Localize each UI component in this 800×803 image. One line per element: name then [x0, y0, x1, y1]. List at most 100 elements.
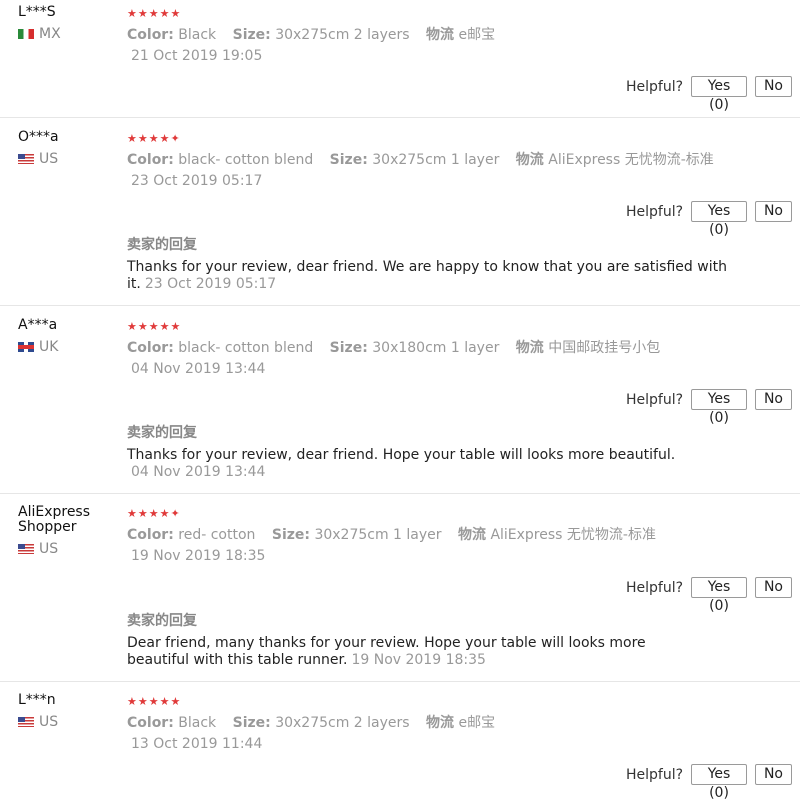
review-date: 21 Oct 2019 19:05: [131, 48, 263, 64]
review-attributes: Color: red- cotton Size: 30x275cm 1 laye…: [127, 527, 777, 544]
review-divider: [0, 305, 800, 306]
reviewer-name: AliExpress Shopper: [18, 504, 91, 535]
reviewer-country: US: [18, 714, 118, 730]
seller-reply-text: Thanks for your review, dear friend. We …: [127, 259, 727, 293]
helpful-vote: Helpful? Yes (0) No: [626, 389, 800, 426]
helpful-no-button[interactable]: No: [754, 201, 792, 222]
logistics-value: AliExpress 无忧物流-标准: [490, 527, 656, 543]
logistics-value: e邮宝: [458, 715, 496, 731]
size-value: 30x180cm 1 layer: [372, 340, 500, 356]
size-label: Size:: [232, 27, 271, 43]
reviewer-country: MX: [18, 26, 118, 42]
helpful-yes-button[interactable]: Yes (0): [691, 764, 747, 801]
reviewer-name: A***a: [18, 317, 58, 333]
logistics-value: e邮宝: [458, 27, 496, 43]
helpful-vote: Helpful? Yes (0) No: [626, 76, 800, 113]
review-content: ★★★★★ Color: Black Size: 30x275cm 2 laye…: [127, 7, 777, 65]
helpful-no-button[interactable]: No: [754, 764, 792, 785]
country-code: US: [39, 541, 59, 557]
reviewer-name: O***a: [18, 129, 59, 145]
star-rating: ★★★★★: [127, 320, 182, 333]
helpful-no-button[interactable]: No: [754, 389, 792, 410]
helpful-vote: Helpful? Yes (0) No: [626, 764, 800, 801]
size-value: 30x275cm 1 layer: [372, 152, 500, 168]
reviewer-name: L***S: [18, 4, 56, 20]
helpful-label: Helpful?: [626, 203, 684, 220]
review-divider: [0, 117, 800, 118]
helpful-label: Helpful?: [626, 766, 684, 783]
color-label: Color:: [127, 340, 174, 356]
color-label: Color:: [127, 527, 174, 543]
color-label: Color:: [127, 152, 174, 168]
size-value: 30x275cm 1 layer: [314, 527, 442, 543]
color-value: black- cotton blend: [178, 152, 314, 168]
size-label: Size:: [271, 527, 310, 543]
reviewer-info: AliExpress Shopper US: [18, 505, 118, 557]
review-content: ★★★★✦ Color: black- cotton blend Size: 3…: [127, 132, 777, 190]
review-date: 13 Oct 2019 11:44: [131, 736, 263, 752]
seller-reply: 卖家的回复 Dear friend, many thanks for your …: [127, 613, 687, 669]
star-rating: ★★★★✦: [127, 132, 181, 145]
size-label: Size:: [232, 715, 271, 731]
reviewer-country: US: [18, 541, 118, 557]
helpful-yes-button[interactable]: Yes (0): [691, 577, 747, 614]
us-flag-icon: [18, 544, 34, 554]
seller-reply-title: 卖家的回复: [127, 613, 197, 629]
helpful-yes-button[interactable]: Yes (0): [691, 76, 747, 113]
logistics-label: 物流: [426, 715, 455, 731]
review-attributes: Color: black- cotton blend Size: 30x180c…: [127, 340, 777, 357]
color-value: Black: [178, 27, 217, 43]
review-date: 19 Nov 2019 18:35: [131, 548, 266, 564]
reviewer-country: UK: [18, 339, 118, 355]
seller-reply-text: Thanks for your review, dear friend. Hop…: [127, 447, 727, 481]
star-rating: ★★★★✦: [127, 507, 181, 520]
logistics-label: 物流: [515, 152, 544, 168]
seller-reply-date: 23 Oct 2019 05:17: [144, 276, 277, 292]
reviewer-info: A***a UK: [18, 318, 118, 355]
size-label: Size:: [329, 340, 368, 356]
helpful-vote: Helpful? Yes (0) No: [626, 577, 800, 614]
country-code: MX: [39, 26, 61, 42]
size-value: 30x275cm 2 layers: [275, 715, 410, 731]
review-content: ★★★★★ Color: black- cotton blend Size: 3…: [127, 320, 777, 378]
helpful-no-button[interactable]: No: [754, 76, 792, 97]
helpful-yes-button[interactable]: Yes (0): [691, 201, 747, 238]
us-flag-icon: [18, 154, 34, 164]
color-value: Black: [178, 715, 217, 731]
uk-flag-icon: [18, 342, 34, 352]
star-rating: ★★★★★: [127, 695, 182, 708]
color-value: red- cotton: [178, 527, 256, 543]
helpful-vote: Helpful? Yes (0) No: [626, 201, 800, 238]
seller-reply: 卖家的回复 Thanks for your review, dear frien…: [127, 425, 727, 481]
helpful-no-button[interactable]: No: [754, 577, 792, 598]
seller-reply-date: 04 Nov 2019 13:44: [131, 464, 266, 480]
reviewer-info: L***n US: [18, 693, 118, 730]
logistics-label: 物流: [457, 527, 486, 543]
seller-reply-message: Thanks for your review, dear friend. Hop…: [127, 447, 676, 463]
reviewer-country: US: [18, 151, 118, 167]
reviewer-info: L***S MX: [18, 5, 118, 42]
helpful-yes-button[interactable]: Yes (0): [691, 389, 747, 426]
logistics-label: 物流: [426, 27, 455, 43]
review-divider: [0, 681, 800, 682]
reviewer-name: L***n: [18, 692, 56, 708]
country-code: UK: [39, 339, 59, 355]
seller-reply-text: Dear friend, many thanks for your review…: [127, 635, 687, 669]
review-attributes: Color: black- cotton blend Size: 30x275c…: [127, 152, 777, 169]
logistics-value: 中国邮政挂号小包: [548, 340, 661, 356]
country-code: US: [39, 151, 59, 167]
color-label: Color:: [127, 715, 174, 731]
review-date: 23 Oct 2019 05:17: [131, 173, 263, 189]
color-label: Color:: [127, 27, 174, 43]
us-flag-icon: [18, 717, 34, 727]
review-content: ★★★★✦ Color: red- cotton Size: 30x275cm …: [127, 507, 777, 565]
mexico-flag-icon: [18, 29, 34, 39]
helpful-label: Helpful?: [626, 78, 684, 95]
review-content: ★★★★★ Color: Black Size: 30x275cm 2 laye…: [127, 695, 777, 753]
logistics-value: AliExpress 无忧物流-标准: [548, 152, 714, 168]
helpful-label: Helpful?: [626, 579, 684, 596]
seller-reply: 卖家的回复 Thanks for your review, dear frien…: [127, 237, 727, 293]
size-value: 30x275cm 2 layers: [275, 27, 410, 43]
review-date: 04 Nov 2019 13:44: [131, 361, 266, 377]
logistics-label: 物流: [515, 340, 544, 356]
